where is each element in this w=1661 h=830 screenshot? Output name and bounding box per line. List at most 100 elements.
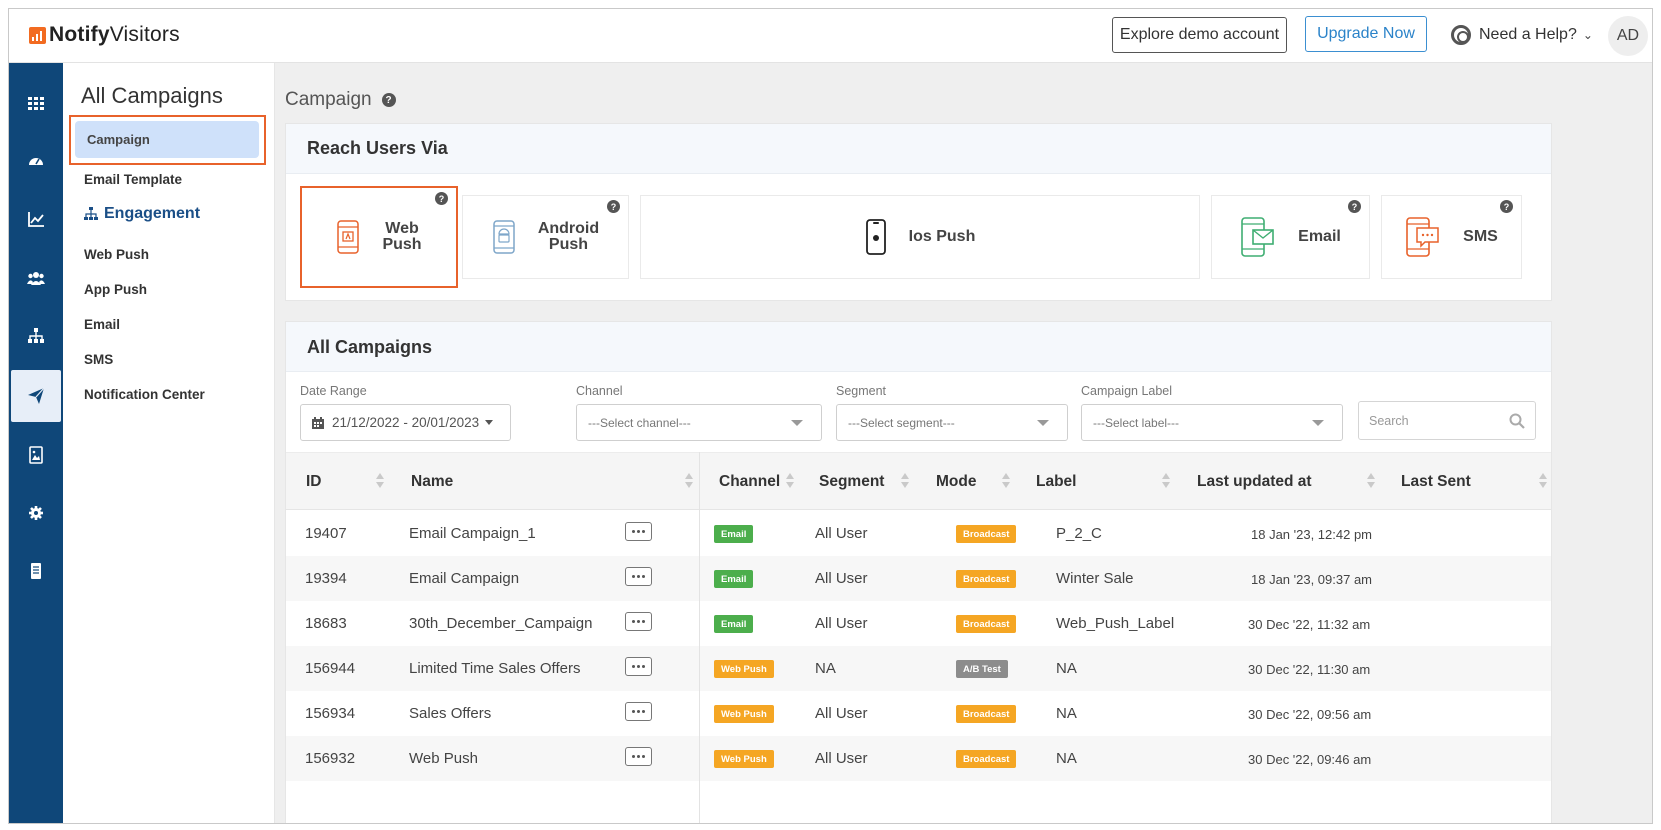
grid-icon xyxy=(28,97,44,110)
sort-icon[interactable] xyxy=(685,473,693,489)
user-avatar[interactable]: AD xyxy=(1608,16,1648,56)
column-header-id[interactable]: ID xyxy=(306,473,322,491)
channel-card-android-push[interactable]: Android Push ? xyxy=(462,195,629,279)
column-header-last-updated[interactable]: Last updated at xyxy=(1197,473,1312,491)
caret-down-icon xyxy=(1037,420,1049,426)
cell-last-updated: 30 Dec '22, 09:46 am xyxy=(1248,752,1372,767)
image-icon xyxy=(29,446,43,464)
rail-settings[interactable] xyxy=(9,487,63,539)
help-question-icon[interactable]: ? xyxy=(1500,200,1513,213)
cell-name[interactable]: Email Campaign_1 xyxy=(409,525,536,542)
rail-sitemap[interactable] xyxy=(9,310,63,362)
cell-segment: All User xyxy=(815,570,868,587)
more-options-button[interactable] xyxy=(625,657,652,676)
explore-demo-button[interactable]: Explore demo account xyxy=(1112,17,1287,53)
cell-id: 156932 xyxy=(305,750,356,767)
sort-icon[interactable] xyxy=(1367,473,1375,489)
all-campaigns-panel: All Campaigns Date Range 21/12/2022 - 20… xyxy=(285,321,1552,823)
cell-name[interactable]: Sales Offers xyxy=(409,705,491,722)
table-row[interactable]: 156934 Sales Offers Web Push All User Br… xyxy=(286,691,1551,736)
search-input[interactable]: Search xyxy=(1358,401,1536,440)
subnav-item-web-push[interactable]: Web Push xyxy=(84,247,149,262)
brand-logo[interactable]: Notify Visitors xyxy=(29,23,180,47)
sort-icon[interactable] xyxy=(376,473,384,489)
mode-badge: Broadcast xyxy=(956,705,1017,723)
column-header-channel[interactable]: Channel xyxy=(719,473,780,491)
channel-card-sms[interactable]: SMS ? xyxy=(1381,195,1522,279)
rail-users[interactable] xyxy=(9,252,63,304)
app-frame: Notify Visitors Explore demo account Upgr… xyxy=(8,8,1653,824)
table-row[interactable]: 19407 Email Campaign_1 Email All User Br… xyxy=(286,511,1551,556)
mode-badge: Broadcast xyxy=(956,525,1017,543)
logo-mark-icon xyxy=(29,26,46,44)
subnav-item-email-template[interactable]: Email Template xyxy=(84,172,182,187)
sitemap-icon xyxy=(84,207,98,220)
channel-badge: Email xyxy=(714,615,754,633)
rail-campaigns[interactable] xyxy=(11,370,61,422)
segment-select-value: ---Select segment--- xyxy=(848,415,955,430)
more-options-button[interactable] xyxy=(625,747,652,766)
ios-push-icon xyxy=(865,219,886,255)
more-options-button[interactable] xyxy=(625,612,652,631)
column-header-mode[interactable]: Mode xyxy=(936,473,976,491)
table-row[interactable]: 156944 Limited Time Sales Offers Web Pus… xyxy=(286,646,1551,691)
channel-card-ios-push-label: Ios Push xyxy=(908,228,976,245)
more-options-button[interactable] xyxy=(625,567,652,586)
cell-name[interactable]: 30th_December_Campaign xyxy=(409,615,592,632)
caret-down-icon xyxy=(1312,420,1324,426)
column-header-last-sent[interactable]: Last Sent xyxy=(1401,473,1471,491)
channel-card-ios-push[interactable]: Ios Push xyxy=(640,195,1200,279)
subnav-item-email[interactable]: Email xyxy=(84,317,120,332)
main-content: Campaign ? Reach Users Via Web Push ? And… xyxy=(275,63,1652,823)
subnav-engagement-heading: Engagement xyxy=(84,205,200,223)
table-row[interactable]: 156932 Web Push Web Push All User Broadc… xyxy=(286,736,1551,781)
mode-badge: A/B Test xyxy=(956,660,1008,678)
cell-name[interactable]: Limited Time Sales Offers xyxy=(409,660,580,677)
column-header-label[interactable]: Label xyxy=(1036,473,1076,491)
chevron-down-icon: ⌄ xyxy=(1582,28,1593,42)
subnav-item-sms[interactable]: SMS xyxy=(84,352,113,367)
email-channel-icon xyxy=(1241,217,1274,257)
help-question-icon[interactable]: ? xyxy=(1348,200,1361,213)
sort-icon[interactable] xyxy=(1539,473,1547,489)
more-options-button[interactable] xyxy=(625,522,652,541)
sort-icon[interactable] xyxy=(1162,473,1170,489)
cell-id: 18683 xyxy=(305,615,347,632)
more-options-button[interactable] xyxy=(625,702,652,721)
date-range-picker[interactable]: 21/12/2022 - 20/01/2023 xyxy=(300,404,511,441)
sort-icon[interactable] xyxy=(786,473,794,489)
channel-select-value: ---Select channel--- xyxy=(588,415,691,430)
lifebuoy-icon xyxy=(1451,25,1471,45)
help-question-icon[interactable]: ? xyxy=(607,200,620,213)
help-menu[interactable]: Need a Help? ⌄ xyxy=(1451,25,1593,45)
cell-name[interactable]: Email Campaign xyxy=(409,570,519,587)
reach-users-panel: Reach Users Via Web Push ? Android Push ? … xyxy=(285,123,1552,301)
subnav-item-notification-center[interactable]: Notification Center xyxy=(84,387,205,402)
rail-grid[interactable] xyxy=(9,77,63,129)
sort-icon[interactable] xyxy=(1002,473,1010,489)
channel-select[interactable]: ---Select channel--- xyxy=(576,404,822,441)
cell-name[interactable]: Web Push xyxy=(409,750,478,767)
logo-text-bold: Notify xyxy=(49,23,110,46)
segment-filter-label: Segment xyxy=(836,384,887,398)
help-question-icon[interactable]: ? xyxy=(435,192,448,205)
campaign-label-select[interactable]: ---Select label--- xyxy=(1081,404,1343,441)
rail-dashboard[interactable] xyxy=(9,135,63,187)
channel-card-web-push[interactable]: Web Push ? xyxy=(300,186,458,288)
help-question-icon[interactable]: ? xyxy=(381,93,396,107)
sort-icon[interactable] xyxy=(901,473,909,489)
table-row[interactable]: 19394 Email Campaign Email All User Broa… xyxy=(286,556,1551,601)
upgrade-now-button[interactable]: Upgrade Now xyxy=(1305,16,1427,52)
subnav-item-campaign[interactable]: Campaign xyxy=(69,115,266,165)
rail-documents[interactable] xyxy=(9,545,63,597)
channel-card-email[interactable]: Email ? xyxy=(1211,195,1370,279)
segment-select[interactable]: ---Select segment--- xyxy=(836,404,1068,441)
reach-users-header: Reach Users Via xyxy=(286,124,1551,174)
help-label: Need a Help? xyxy=(1479,26,1577,43)
rail-analytics[interactable] xyxy=(9,193,63,245)
table-row[interactable]: 18683 30th_December_Campaign Email All U… xyxy=(286,601,1551,646)
column-header-name[interactable]: Name xyxy=(411,473,453,491)
column-header-segment[interactable]: Segment xyxy=(819,473,884,491)
rail-images[interactable] xyxy=(9,429,63,481)
subnav-item-app-push[interactable]: App Push xyxy=(84,282,147,297)
